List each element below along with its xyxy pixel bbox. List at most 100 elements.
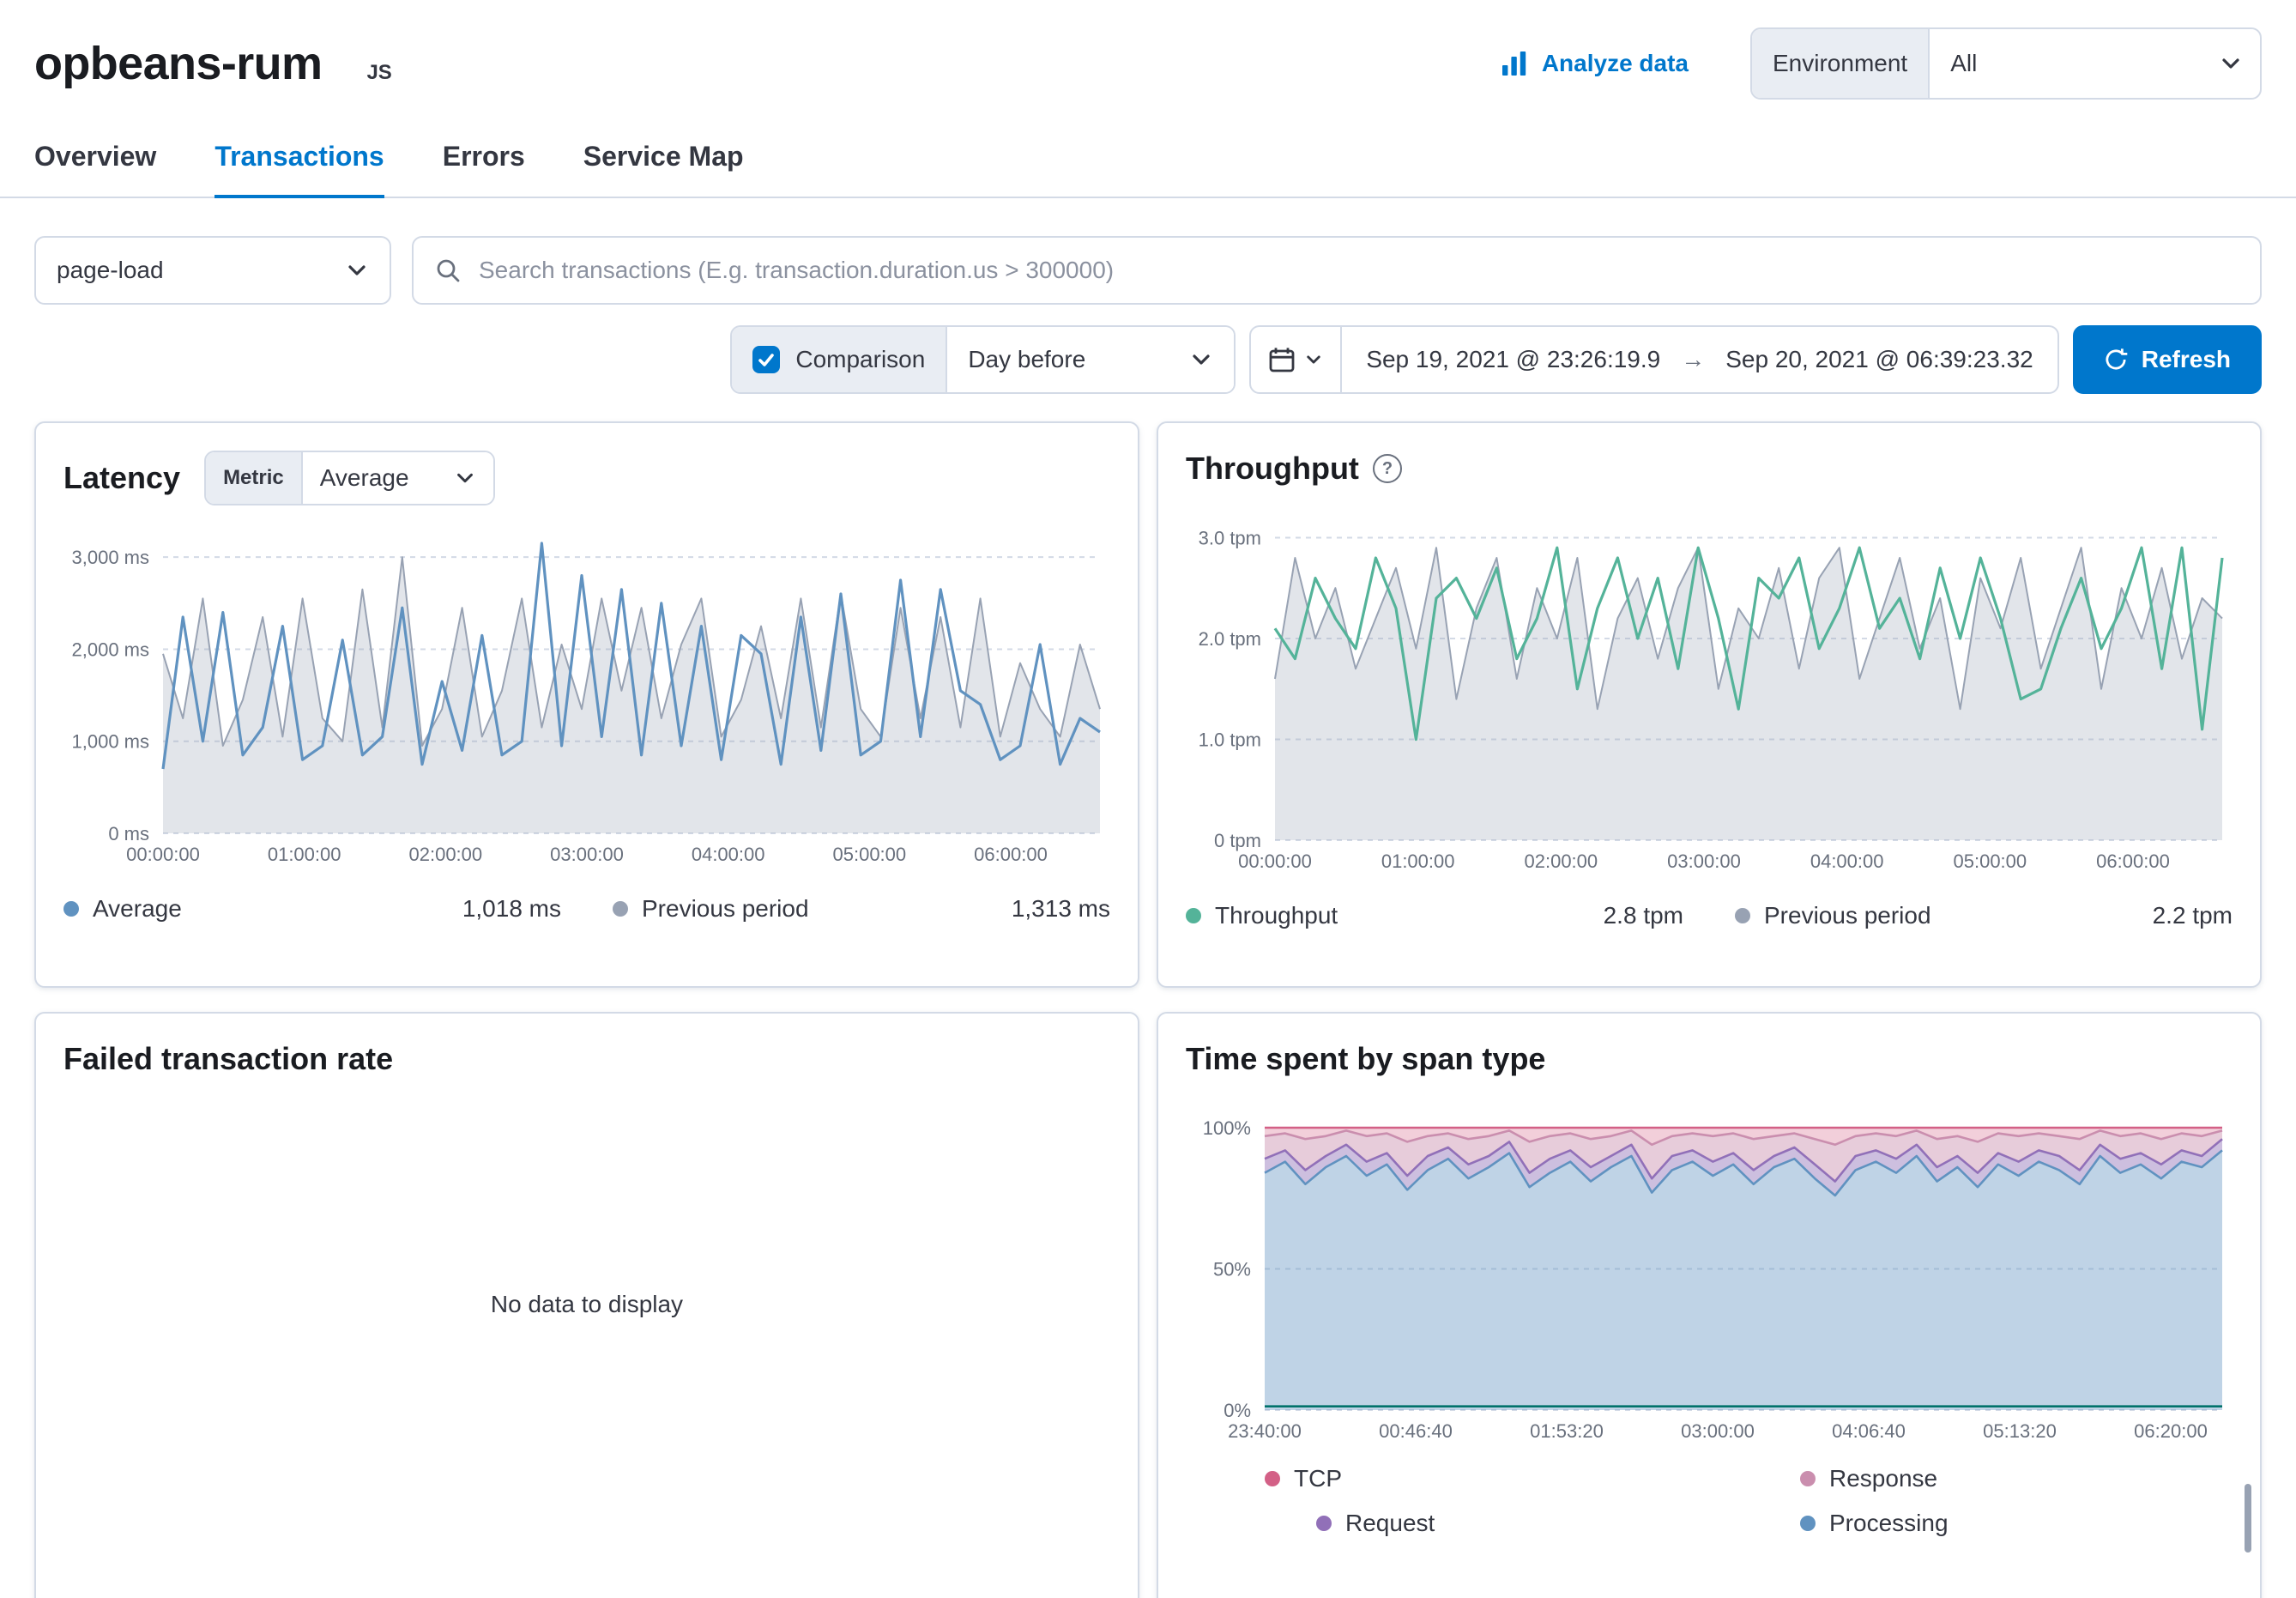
svg-text:2.0 tpm: 2.0 tpm bbox=[1199, 628, 1261, 650]
svg-text:01:00:00: 01:00:00 bbox=[268, 844, 341, 865]
series-dot bbox=[1735, 908, 1750, 923]
series-dot bbox=[63, 901, 79, 917]
charts-grid: Latency Metric Average 3,000 ms2,000 ms1… bbox=[34, 421, 2262, 1598]
bar-chart-icon bbox=[1501, 50, 1528, 77]
environment-label: Environment bbox=[1752, 29, 1930, 98]
analyze-data-link[interactable]: Analyze data bbox=[1501, 50, 1689, 77]
comparison-checkbox[interactable]: Comparison bbox=[732, 327, 946, 392]
legend-label: Response bbox=[1829, 1465, 1937, 1492]
environment-select[interactable]: Environment All bbox=[1750, 27, 2262, 100]
refresh-icon bbox=[2104, 348, 2128, 372]
svg-text:04:00:00: 04:00:00 bbox=[692, 844, 765, 865]
comparison-period-select[interactable]: Day before bbox=[946, 327, 1234, 392]
svg-text:03:00:00: 03:00:00 bbox=[1681, 1420, 1755, 1442]
svg-text:00:00:00: 00:00:00 bbox=[1238, 850, 1312, 872]
chevron-down-icon bbox=[345, 258, 369, 282]
refresh-button[interactable]: Refresh bbox=[2073, 325, 2262, 394]
legend-item-average[interactable]: Average 1,018 ms bbox=[63, 895, 561, 923]
chevron-down-icon bbox=[1189, 348, 1213, 372]
legend-value: 1,018 ms bbox=[462, 895, 561, 923]
empty-state-message: No data to display bbox=[63, 1077, 1110, 1532]
series-dot bbox=[1316, 1516, 1332, 1531]
svg-text:0%: 0% bbox=[1224, 1400, 1251, 1421]
legend-scrollbar[interactable] bbox=[2245, 1484, 2251, 1553]
legend-item-response[interactable]: Response bbox=[1749, 1465, 2233, 1492]
latency-metric-control: Metric Average bbox=[204, 451, 494, 505]
environment-value: All bbox=[1930, 29, 2219, 98]
agent-badge: JS bbox=[366, 61, 391, 85]
tab-errors[interactable]: Errors bbox=[443, 141, 525, 197]
start-date-button[interactable]: Sep 19, 2021 @ 23:26:19.9 bbox=[1366, 346, 1660, 373]
throughput-chart[interactable]: 3.0 tpm2.0 tpm1.0 tpm0 tpm00:00:0001:00:… bbox=[1186, 504, 2233, 875]
date-range-display: Sep 19, 2021 @ 23:26:19.9 Sep 20, 2021 @… bbox=[1342, 327, 2057, 392]
svg-text:3.0 tpm: 3.0 tpm bbox=[1199, 528, 1261, 549]
series-dot bbox=[1800, 1516, 1816, 1531]
svg-text:02:00:00: 02:00:00 bbox=[409, 844, 483, 865]
legend-item-throughput[interactable]: Throughput 2.8 tpm bbox=[1186, 902, 1683, 929]
svg-text:1.0 tpm: 1.0 tpm bbox=[1199, 729, 1261, 751]
svg-text:03:00:00: 03:00:00 bbox=[550, 844, 624, 865]
metric-label: Metric bbox=[206, 452, 301, 504]
page-header: opbeans-rum JS Analyze data Environment … bbox=[0, 0, 2296, 100]
span-type-chart[interactable]: 100%50%0%23:40:0000:46:4001:53:2003:00:0… bbox=[1186, 1094, 2233, 1444]
series-dot bbox=[1800, 1471, 1816, 1486]
svg-text:2,000 ms: 2,000 ms bbox=[72, 639, 150, 660]
svg-text:00:00:00: 00:00:00 bbox=[126, 844, 200, 865]
throughput-panel: Throughput 3.0 tpm 2.0 tpm 1.0 tpm 0 tpm00:… bbox=[1157, 421, 2262, 988]
svg-text:23:40:00: 23:40:00 bbox=[1228, 1420, 1302, 1442]
comparison-group: Comparison Day before bbox=[730, 325, 1236, 394]
comparison-row: Comparison Day before Sep 19, 2021 @ 23:… bbox=[34, 325, 2262, 394]
svg-text:0 ms: 0 ms bbox=[108, 823, 149, 844]
svg-text:03:00:00: 03:00:00 bbox=[1667, 850, 1741, 872]
tab-overview[interactable]: Overview bbox=[34, 141, 156, 197]
svg-text:01:53:20: 01:53:20 bbox=[1530, 1420, 1604, 1442]
transaction-type-value: page-load bbox=[57, 257, 164, 284]
latency-metric-select[interactable]: Average bbox=[301, 452, 493, 504]
legend-value: 2.2 tpm bbox=[2153, 902, 2233, 929]
checkbox-checked-icon bbox=[752, 346, 780, 373]
legend-label: Processing bbox=[1829, 1510, 1949, 1537]
tab-service-map[interactable]: Service Map bbox=[583, 141, 744, 197]
failed-rate-title: Failed transaction rate bbox=[63, 1041, 393, 1077]
legend-label: Throughput bbox=[1215, 902, 1338, 929]
svg-text:04:06:40: 04:06:40 bbox=[1832, 1420, 1906, 1442]
page-title: opbeans-rum bbox=[34, 37, 322, 90]
search-box bbox=[412, 236, 2262, 305]
analyze-data-label: Analyze data bbox=[1542, 50, 1689, 77]
throughput-title: Throughput bbox=[1186, 451, 1359, 487]
tab-transactions[interactable]: Transactions bbox=[214, 141, 384, 198]
legend-item-tcp[interactable]: TCP bbox=[1265, 1465, 1749, 1492]
svg-text:00:46:40: 00:46:40 bbox=[1379, 1420, 1453, 1442]
transaction-type-select[interactable]: page-load bbox=[34, 236, 391, 305]
legend-label: Previous period bbox=[1764, 902, 1931, 929]
filter-row: page-load bbox=[34, 236, 2262, 305]
legend-item-previous-period[interactable]: Previous period 2.2 tpm bbox=[1683, 902, 2233, 929]
search-input[interactable] bbox=[475, 255, 2239, 286]
legend-value: 1,313 ms bbox=[1012, 895, 1110, 923]
svg-text:3,000 ms: 3,000 ms bbox=[72, 547, 150, 568]
metric-value: Average bbox=[320, 464, 409, 492]
legend-item-processing[interactable]: Processing bbox=[1749, 1510, 2233, 1537]
legend-item-previous-period[interactable]: Previous period 1,313 ms bbox=[561, 895, 1110, 923]
series-dot bbox=[1265, 1471, 1280, 1486]
date-quick-select-button[interactable] bbox=[1251, 327, 1342, 392]
svg-text:06:20:00: 06:20:00 bbox=[2134, 1420, 2208, 1442]
help-icon[interactable] bbox=[1373, 454, 1402, 483]
service-title-group: opbeans-rum JS bbox=[34, 37, 392, 90]
svg-text:05:13:20: 05:13:20 bbox=[1983, 1420, 2057, 1442]
svg-text:06:00:00: 06:00:00 bbox=[2096, 850, 2170, 872]
series-dot bbox=[1186, 908, 1201, 923]
chevron-down-icon bbox=[2219, 29, 2260, 98]
date-range-picker: Sep 19, 2021 @ 23:26:19.9 Sep 20, 2021 @… bbox=[1249, 325, 2058, 394]
tab-bar: Overview Transactions Errors Service Map bbox=[0, 141, 2296, 198]
latency-chart[interactable]: 3,000 ms2,000 ms1,000 ms0 ms00:00:0001:0… bbox=[63, 516, 1110, 868]
latency-legend: Average 1,018 ms Previous period 1,313 m… bbox=[63, 895, 1110, 923]
end-date-button[interactable]: Sep 20, 2021 @ 06:39:23.32 bbox=[1725, 346, 2033, 373]
svg-text:05:00:00: 05:00:00 bbox=[1954, 850, 2027, 872]
comparison-label: Comparison bbox=[795, 346, 925, 373]
legend-item-request[interactable]: Request bbox=[1265, 1510, 1749, 1537]
svg-text:0 tpm: 0 tpm bbox=[1214, 830, 1261, 851]
svg-text:02:00:00: 02:00:00 bbox=[1525, 850, 1598, 872]
calendar-icon bbox=[1268, 346, 1296, 373]
chevron-down-icon bbox=[1304, 350, 1323, 369]
